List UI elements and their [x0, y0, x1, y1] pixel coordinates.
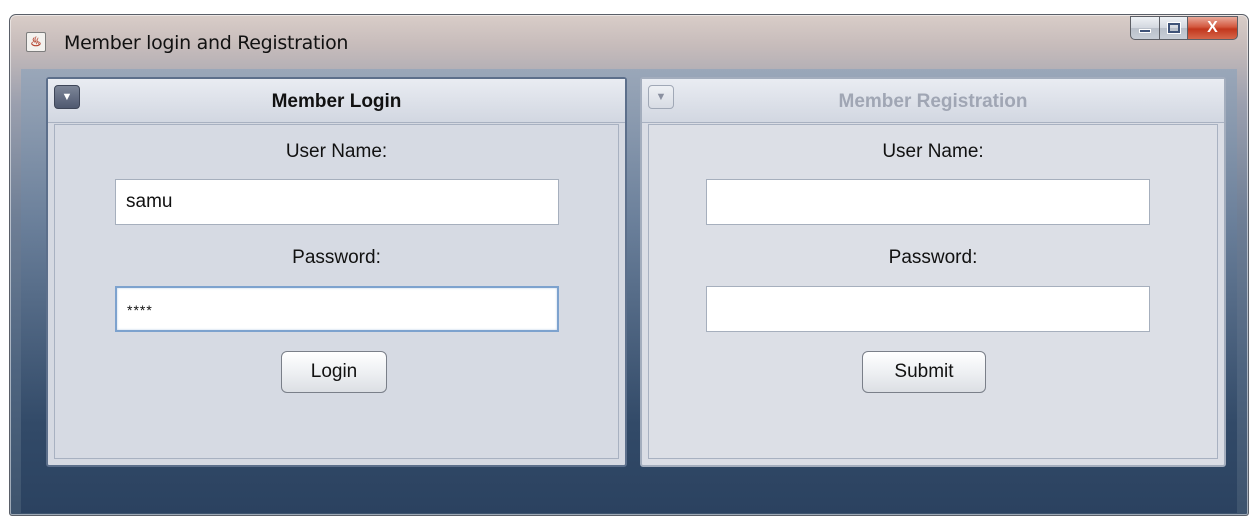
window-title: Member login and Registration	[64, 32, 349, 54]
login-panel-body: User Name: Password: **** Login	[54, 124, 619, 459]
window-controls: X	[1130, 16, 1238, 40]
close-icon: X	[1207, 19, 1218, 36]
registration-panel-header: ▼ Member Registration	[642, 79, 1224, 123]
submit-button[interactable]: Submit	[862, 351, 986, 393]
close-button[interactable]: X	[1188, 16, 1238, 40]
maximize-icon	[1166, 22, 1181, 34]
registration-password-input[interactable]	[706, 286, 1150, 332]
login-button[interactable]: Login	[281, 351, 387, 393]
registration-panel-title: Member Registration	[838, 91, 1028, 112]
registration-username-label: User Name:	[882, 141, 984, 162]
app-window: ♨ Member login and Registration X ▼ Memb…	[9, 14, 1249, 516]
minimize-button[interactable]	[1130, 16, 1160, 40]
login-username-label: User Name:	[285, 141, 388, 162]
member-registration-panel: ▼ Member Registration User Name: Passwor…	[640, 77, 1226, 467]
login-username-input[interactable]	[115, 179, 559, 225]
window-content: ▼ Member Login User Name: Password: ****…	[21, 69, 1237, 513]
login-password-input[interactable]: ****	[115, 286, 559, 332]
maximize-button[interactable]	[1160, 16, 1188, 40]
registration-username-input[interactable]	[706, 179, 1150, 225]
login-panel-title: Member Login	[271, 91, 402, 112]
java-cup-icon[interactable]: ♨	[26, 32, 46, 52]
login-password-label: Password:	[292, 247, 381, 268]
registration-password-label: Password:	[888, 247, 978, 268]
minimize-icon	[1139, 29, 1151, 33]
registration-panel-body: User Name: Password: Submit	[648, 124, 1218, 459]
title-bar[interactable]: ♨ Member login and Registration X	[10, 15, 1248, 69]
login-panel-header: ▼ Member Login	[48, 79, 625, 123]
member-login-panel: ▼ Member Login User Name: Password: ****…	[46, 77, 627, 467]
